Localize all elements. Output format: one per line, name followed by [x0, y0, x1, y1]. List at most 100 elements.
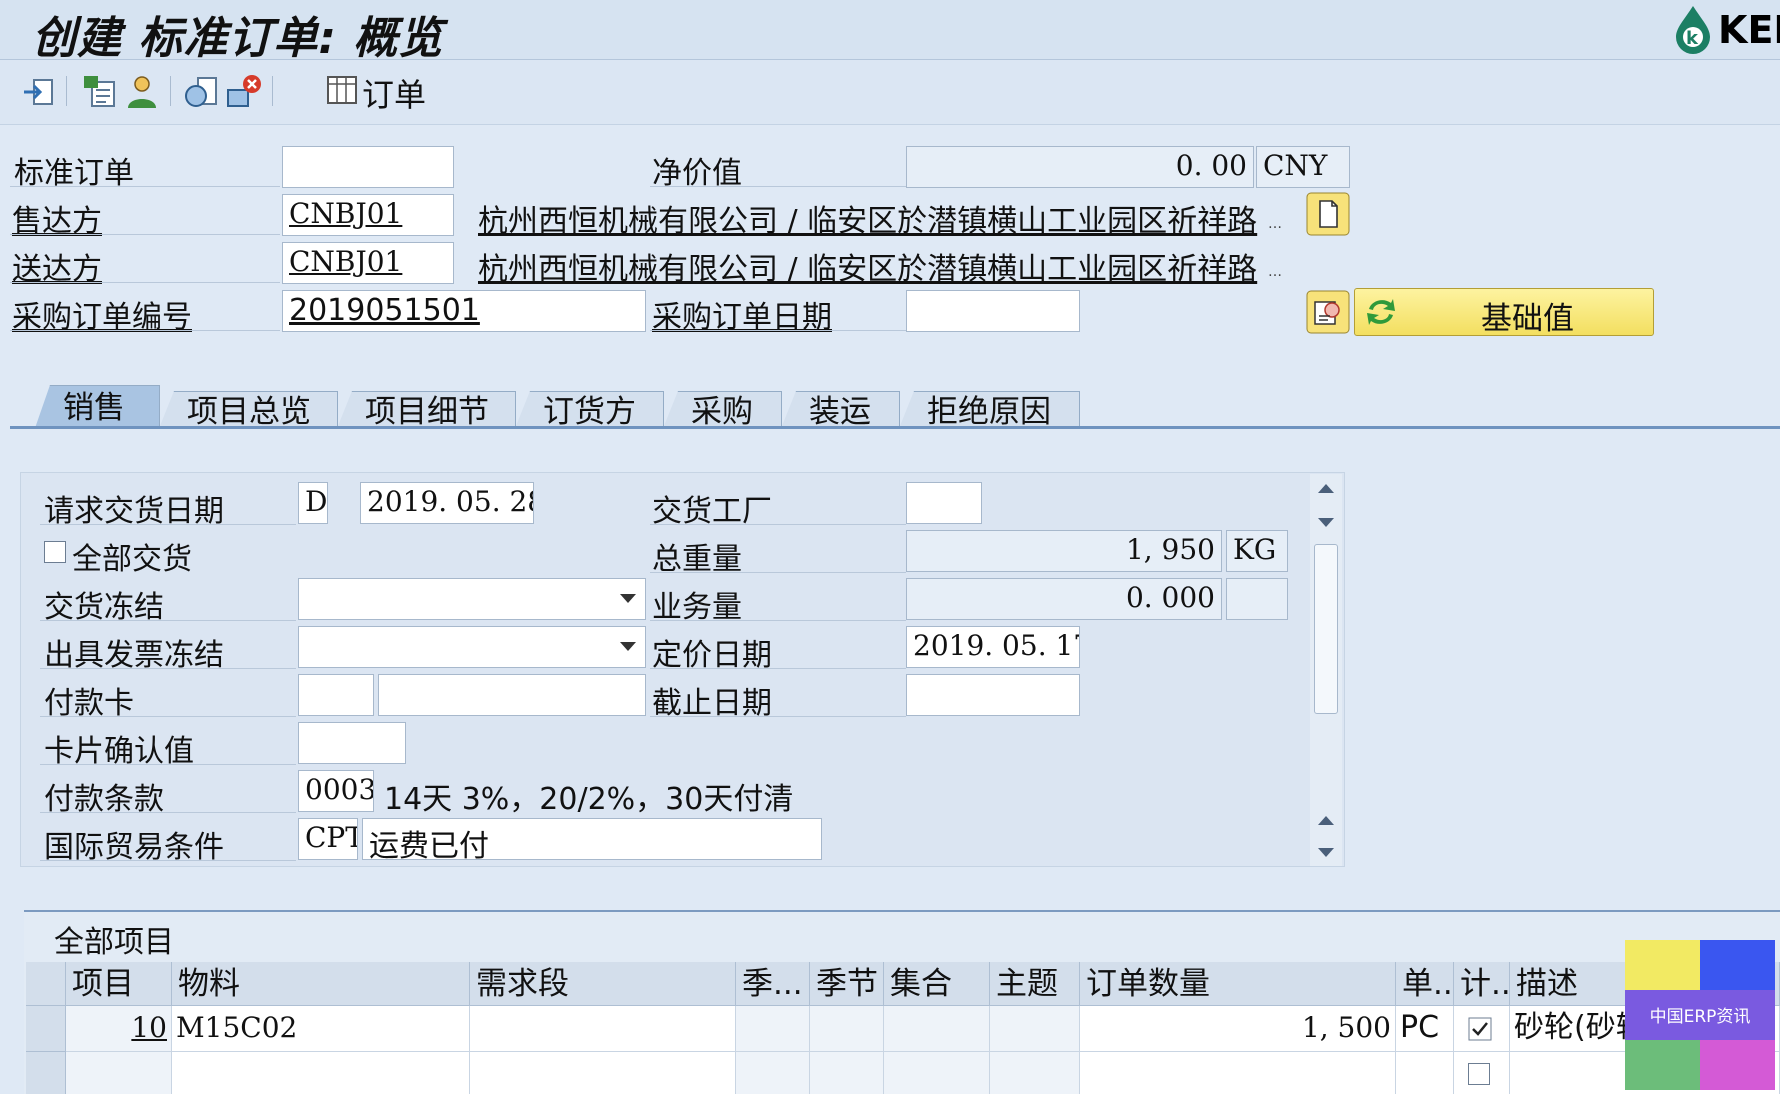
incoterms-description-field[interactable]: 运费已付: [362, 818, 822, 860]
column-header-season[interactable]: 季节: [810, 962, 884, 1006]
credit-check-icon[interactable]: [1306, 290, 1350, 334]
header-icon[interactable]: [80, 72, 120, 112]
season-cell: [810, 1052, 884, 1094]
toolbar-separator: [66, 76, 67, 106]
expiry-date-field[interactable]: [906, 674, 1080, 716]
label-underline: [40, 620, 296, 621]
column-header-calc[interactable]: 计...: [1454, 962, 1510, 1006]
calc-checkbox[interactable]: [1468, 1063, 1490, 1085]
delivery-plant-field[interactable]: [906, 482, 982, 524]
items-table-title: 全部项目: [54, 925, 174, 960]
column-header-requirement-segment[interactable]: 需求段: [470, 962, 736, 1006]
watermark-tile: [1625, 1040, 1700, 1090]
requirement-segment-cell[interactable]: [470, 1052, 736, 1094]
display-doc-icon[interactable]: [182, 72, 222, 112]
calc-cell: [1454, 1006, 1510, 1052]
toolbar-separator: [272, 76, 273, 106]
tab-item-overview[interactable]: 项目总览: [158, 391, 338, 431]
label-underline: [650, 186, 906, 187]
unit-cell[interactable]: [1396, 1052, 1454, 1094]
grid-icon[interactable]: [326, 74, 358, 106]
requirement-segment-cell[interactable]: [470, 1006, 736, 1052]
scroll-down-icon[interactable]: [1318, 848, 1334, 857]
req-delivery-date-type-field[interactable]: D: [298, 482, 328, 524]
complete-delivery-label: 全部交货: [72, 542, 192, 577]
scroll-thumb[interactable]: [1314, 544, 1338, 714]
vertical-scrollbar[interactable]: [1310, 474, 1342, 866]
tab-shipping[interactable]: 装运: [780, 391, 900, 431]
item-number-cell[interactable]: [66, 1052, 172, 1094]
column-header-season-year[interactable]: 季...: [736, 962, 810, 1006]
chevron-down-icon[interactable]: [620, 642, 636, 651]
watermark-tile: [1700, 940, 1775, 990]
checkbox-checked-icon[interactable]: [1468, 1017, 1492, 1041]
brand-drop-icon: k: [1676, 6, 1710, 54]
incoterms-code-field[interactable]: CPT: [298, 818, 358, 860]
total-weight-field: 1, 950: [906, 530, 1222, 572]
label-underline: [650, 716, 906, 717]
item-number-cell[interactable]: 10: [66, 1006, 172, 1052]
watermark-text: 中国ERP资讯: [1649, 1007, 1751, 1027]
column-header-collection[interactable]: 集合: [884, 962, 990, 1006]
material-cell[interactable]: [172, 1052, 470, 1094]
net-value-field: 0. 00: [906, 146, 1254, 188]
page-title: 创建 标准订单: 概览: [32, 13, 444, 64]
theme-cell: [990, 1006, 1080, 1052]
watermark-tile: [1625, 940, 1700, 990]
order-type-field[interactable]: [282, 146, 454, 188]
billing-block-select[interactable]: [298, 626, 646, 668]
scroll-up-icon[interactable]: [1318, 816, 1334, 825]
label-underline: [10, 282, 280, 283]
payment-card-type-field[interactable]: [298, 674, 374, 716]
material-cell[interactable]: M15C02: [172, 1006, 470, 1052]
delete-icon[interactable]: [224, 72, 264, 112]
select-all-header[interactable]: [26, 962, 66, 1006]
order-quantity-cell[interactable]: [1080, 1052, 1396, 1094]
scroll-up-icon[interactable]: [1318, 484, 1334, 493]
scroll-down-icon[interactable]: [1318, 518, 1334, 527]
label-underline: [10, 234, 280, 235]
unit-cell[interactable]: PC: [1396, 1006, 1454, 1052]
calc-cell: [1454, 1052, 1510, 1094]
partner-icon[interactable]: [122, 72, 162, 112]
req-delivery-date-field[interactable]: 2019. 05. 28: [360, 482, 534, 524]
base-value-button[interactable]: 基础值: [1354, 288, 1654, 337]
po-date-field[interactable]: [906, 290, 1080, 332]
card-verification-field[interactable]: [298, 722, 406, 764]
chevron-down-icon[interactable]: [620, 594, 636, 603]
row-selector[interactable]: [26, 1006, 66, 1052]
tab-ordering-party[interactable]: 订货方: [514, 391, 664, 431]
order-button[interactable]: 订单: [362, 70, 426, 116]
enter-icon[interactable]: [20, 72, 60, 112]
weight-unit-field: KG: [1226, 530, 1288, 572]
watermark-tile: [1700, 1040, 1775, 1090]
brand-logo: k KEL: [1672, 4, 1780, 54]
pricing-date-field[interactable]: 2019. 05. 17: [906, 626, 1080, 668]
column-header-theme[interactable]: 主题: [990, 962, 1080, 1006]
sold-to-field[interactable]: CNBJ01: [282, 194, 454, 236]
season-year-cell: [736, 1052, 810, 1094]
tab-procurement[interactable]: 采购: [662, 391, 782, 431]
label-underline: [40, 668, 296, 669]
tab-sales[interactable]: 销售: [34, 385, 160, 431]
payment-terms-description: 14天 3%，20/2%，30天付清: [384, 782, 794, 817]
tab-item-detail[interactable]: 项目细节: [336, 391, 516, 431]
tab-rejection-reason[interactable]: 拒绝原因: [898, 391, 1080, 431]
complete-delivery-checkbox[interactable]: [44, 541, 66, 563]
document-icon[interactable]: [1306, 192, 1350, 236]
column-header-material[interactable]: 物料: [172, 962, 470, 1006]
po-number-field[interactable]: 2019051501: [282, 290, 646, 332]
delivery-block-select[interactable]: [298, 578, 646, 620]
column-header-unit[interactable]: 单...: [1396, 962, 1454, 1006]
label-underline: [650, 524, 906, 525]
ship-to-field[interactable]: CNBJ01: [282, 242, 454, 284]
order-quantity-cell[interactable]: 1, 500: [1080, 1006, 1396, 1052]
row-selector[interactable]: [26, 1052, 66, 1094]
payment-card-number-field[interactable]: [378, 674, 646, 716]
column-header-item[interactable]: 项目: [66, 962, 172, 1006]
label-underline: [650, 668, 906, 669]
ellipsis-indicator: …: [1268, 216, 1282, 232]
payment-terms-code-field[interactable]: 0003: [298, 770, 374, 812]
column-header-order-quantity[interactable]: 订单数量: [1080, 962, 1396, 1006]
currency-field: CNY: [1256, 146, 1350, 188]
